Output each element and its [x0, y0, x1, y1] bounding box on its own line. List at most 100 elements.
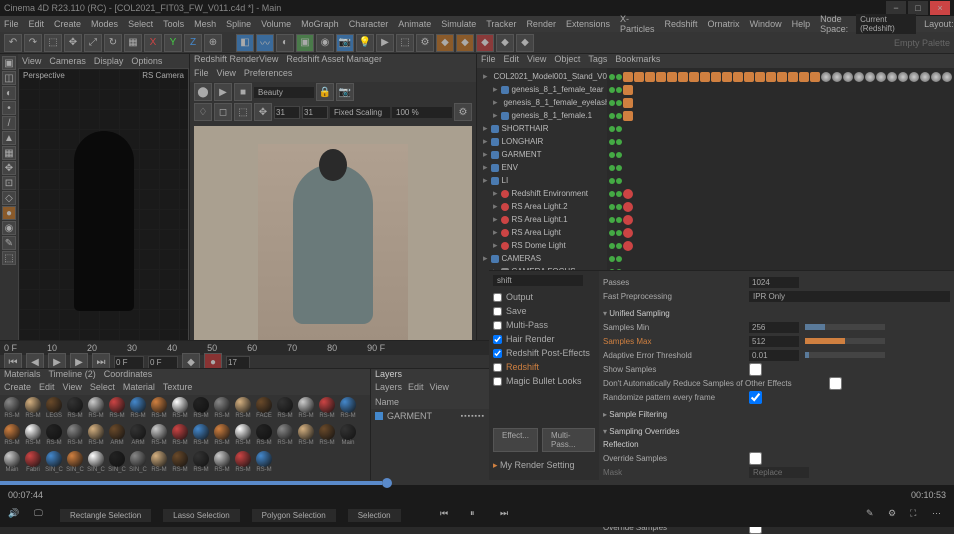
- lay-menu-edit[interactable]: Edit: [408, 382, 424, 395]
- close-button[interactable]: ×: [930, 1, 950, 15]
- rv-nav-4[interactable]: ✥: [254, 103, 272, 121]
- tag-icon[interactable]: [623, 72, 633, 82]
- material-item[interactable]: RS-M: [149, 424, 169, 450]
- render-dot[interactable]: [616, 87, 622, 93]
- material-tag-icon[interactable]: [854, 72, 864, 82]
- gear-icon[interactable]: ⚙: [888, 508, 902, 522]
- undo-button[interactable]: ↶: [4, 34, 22, 52]
- menu-extensions[interactable]: Extensions: [566, 19, 610, 29]
- model-mode[interactable]: ▣: [2, 56, 16, 70]
- edit-icon[interactable]: ✎: [866, 508, 880, 522]
- tl-frame-start[interactable]: [114, 356, 144, 369]
- adaptive-slider[interactable]: [805, 352, 885, 358]
- obj-item[interactable]: ▸GARMENT: [479, 148, 605, 161]
- visibility-dot[interactable]: [609, 178, 615, 184]
- menu-spline[interactable]: Spline: [226, 19, 251, 29]
- snap-button[interactable]: ⊡: [2, 176, 16, 190]
- randomize-check[interactable]: [749, 391, 762, 404]
- camera-button[interactable]: 📷: [336, 34, 354, 52]
- tag-icon[interactable]: [689, 72, 699, 82]
- material-item[interactable]: RS-M: [170, 397, 190, 423]
- material-item[interactable]: RS-M: [2, 424, 22, 450]
- render-module-item[interactable]: Redshift Post-Effects: [493, 346, 595, 360]
- render-dot[interactable]: [616, 113, 622, 119]
- material-item[interactable]: RS-M: [2, 397, 22, 423]
- material-tag-icon[interactable]: [909, 72, 919, 82]
- obj-item[interactable]: ▸ENV: [479, 161, 605, 174]
- tag-icon[interactable]: [799, 72, 809, 82]
- material-item[interactable]: RS-M: [338, 397, 358, 423]
- material-item[interactable]: RS-M: [317, 424, 337, 450]
- material-item[interactable]: SIN_C: [44, 451, 64, 477]
- lay-menu-layers[interactable]: Layers: [375, 382, 402, 395]
- polygon-mode[interactable]: ▲: [2, 131, 16, 145]
- mat-menu-view[interactable]: View: [63, 382, 82, 395]
- obj-item[interactable]: ▸LONGHAIR: [479, 135, 605, 148]
- menu-mesh[interactable]: Mesh: [194, 19, 216, 29]
- render-dot[interactable]: [616, 191, 622, 197]
- material-item[interactable]: RS-M: [149, 451, 169, 477]
- rv-index-2[interactable]: [302, 106, 328, 119]
- visibility-dot[interactable]: [609, 256, 615, 262]
- visibility-dot[interactable]: [609, 74, 615, 80]
- mat-menu-edit[interactable]: Edit: [39, 382, 55, 395]
- samples-max-slider[interactable]: [805, 338, 885, 344]
- material-item[interactable]: ARM: [107, 424, 127, 450]
- more-icon[interactable]: ⋯: [932, 508, 946, 522]
- x-axis-lock[interactable]: X: [144, 34, 162, 52]
- vp-menu-cameras[interactable]: Cameras: [49, 56, 86, 66]
- tab-layers[interactable]: Layers: [375, 369, 402, 382]
- multipass-button[interactable]: Multi-Pass...: [542, 428, 595, 452]
- visibility-dot[interactable]: [609, 113, 615, 119]
- rv-beauty-dropdown[interactable]: Beauty: [254, 87, 314, 98]
- rv-snapshot-button[interactable]: 📷: [336, 83, 354, 101]
- tag-icon[interactable]: [711, 72, 721, 82]
- menu-tools[interactable]: Tools: [163, 19, 184, 29]
- obj-item[interactable]: ▸LI: [479, 174, 605, 187]
- lt-12[interactable]: ◉: [2, 221, 16, 235]
- obj-item[interactable]: ▸COL2021_Model001_Stand_V004.obj: [479, 70, 605, 83]
- rv-menu-file[interactable]: File: [194, 68, 209, 82]
- material-item[interactable]: RS-M: [149, 397, 169, 423]
- scale-tool[interactable]: ⤢: [84, 34, 102, 52]
- material-grid[interactable]: RS-MRS-MLEGSRS-MRS-MRS-MRS-MRS-MRS-MRS-M…: [0, 395, 370, 479]
- render-dot[interactable]: [616, 230, 622, 236]
- visibility-dot[interactable]: [609, 191, 615, 197]
- tag-icon[interactable]: [623, 98, 633, 108]
- render-module-item[interactable]: Multi-Pass: [493, 318, 595, 332]
- material-tag-icon[interactable]: [821, 72, 831, 82]
- menu-redshift[interactable]: Redshift: [665, 19, 698, 29]
- material-tag-icon[interactable]: [898, 72, 908, 82]
- tab-coordinates[interactable]: Coordinates: [104, 369, 153, 382]
- progress-knob[interactable]: [382, 478, 392, 488]
- menu-file[interactable]: File: [4, 19, 19, 29]
- samples-min-slider[interactable]: [805, 324, 885, 330]
- material-item[interactable]: Main: [338, 424, 358, 450]
- lay-menu-view[interactable]: View: [430, 382, 449, 395]
- obj-menu-tags[interactable]: Tags: [588, 54, 607, 68]
- material-item[interactable]: RS-M: [275, 424, 295, 450]
- menu-volume[interactable]: Volume: [261, 19, 291, 29]
- rs-button-3[interactable]: ◆: [476, 34, 494, 52]
- tag-icon[interactable]: [623, 111, 633, 121]
- render-dot[interactable]: [616, 139, 622, 145]
- tl-range[interactable]: [226, 356, 250, 369]
- mat-menu-select[interactable]: Select: [90, 382, 115, 395]
- obj-item[interactable]: ▸genesis_8_1_female_tear: [479, 83, 605, 96]
- obj-item[interactable]: ▸RS Area Light.1: [479, 213, 605, 226]
- menu-edit[interactable]: Edit: [29, 19, 45, 29]
- fastprep-dropdown[interactable]: IPR Only: [749, 291, 950, 302]
- module-checkbox[interactable]: [493, 321, 502, 330]
- point-mode[interactable]: •: [2, 101, 16, 115]
- tab-assetmgr[interactable]: Redshift Asset Manager: [286, 54, 382, 68]
- module-checkbox[interactable]: [493, 349, 502, 358]
- visibility-dot[interactable]: [609, 126, 615, 132]
- menu-help[interactable]: Help: [792, 19, 811, 29]
- coord-button[interactable]: ⊕: [204, 34, 222, 52]
- material-item[interactable]: RS-M: [107, 397, 127, 423]
- vp-menu-options[interactable]: Options: [131, 56, 162, 66]
- render-region[interactable]: ⬚: [396, 34, 414, 52]
- material-item[interactable]: Fabri: [23, 451, 43, 477]
- material-item[interactable]: SIN_C: [86, 451, 106, 477]
- material-item[interactable]: SIN_C: [65, 451, 85, 477]
